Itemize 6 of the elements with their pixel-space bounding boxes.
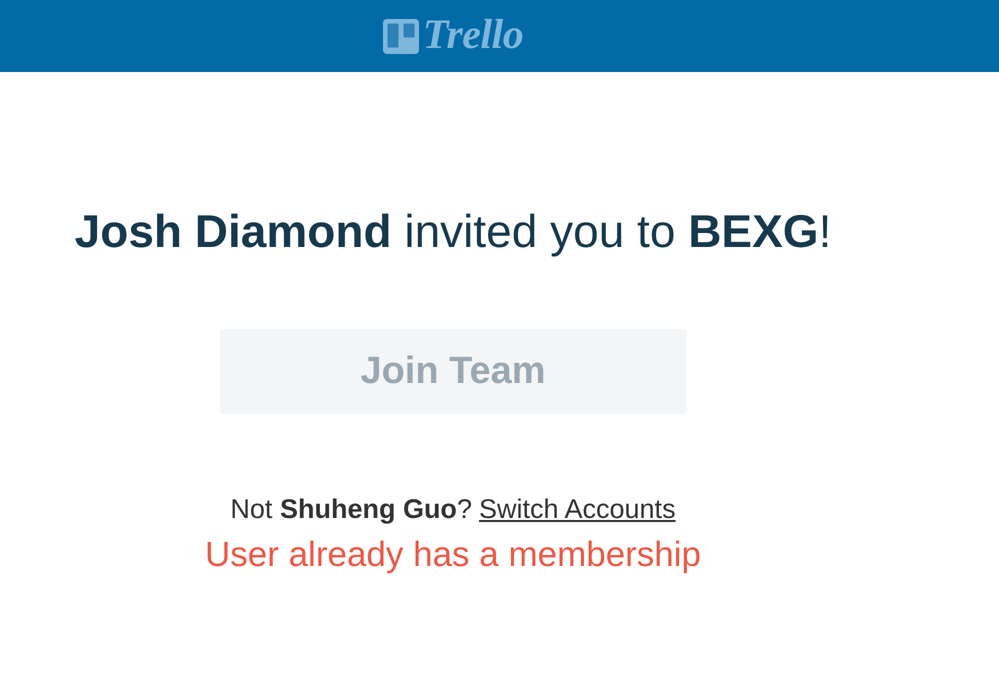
account-prompt: Not Shuheng Guo? Switch Accounts — [230, 493, 676, 525]
board-logo-icon — [382, 18, 419, 54]
error-message: User already has a membership — [204, 534, 702, 576]
logo-wordmark: Trello — [422, 14, 524, 56]
switch-accounts-link[interactable]: Switch Accounts — [478, 494, 676, 524]
invitation-heading: Josh Diamond invited you to BEXG! — [74, 204, 832, 258]
